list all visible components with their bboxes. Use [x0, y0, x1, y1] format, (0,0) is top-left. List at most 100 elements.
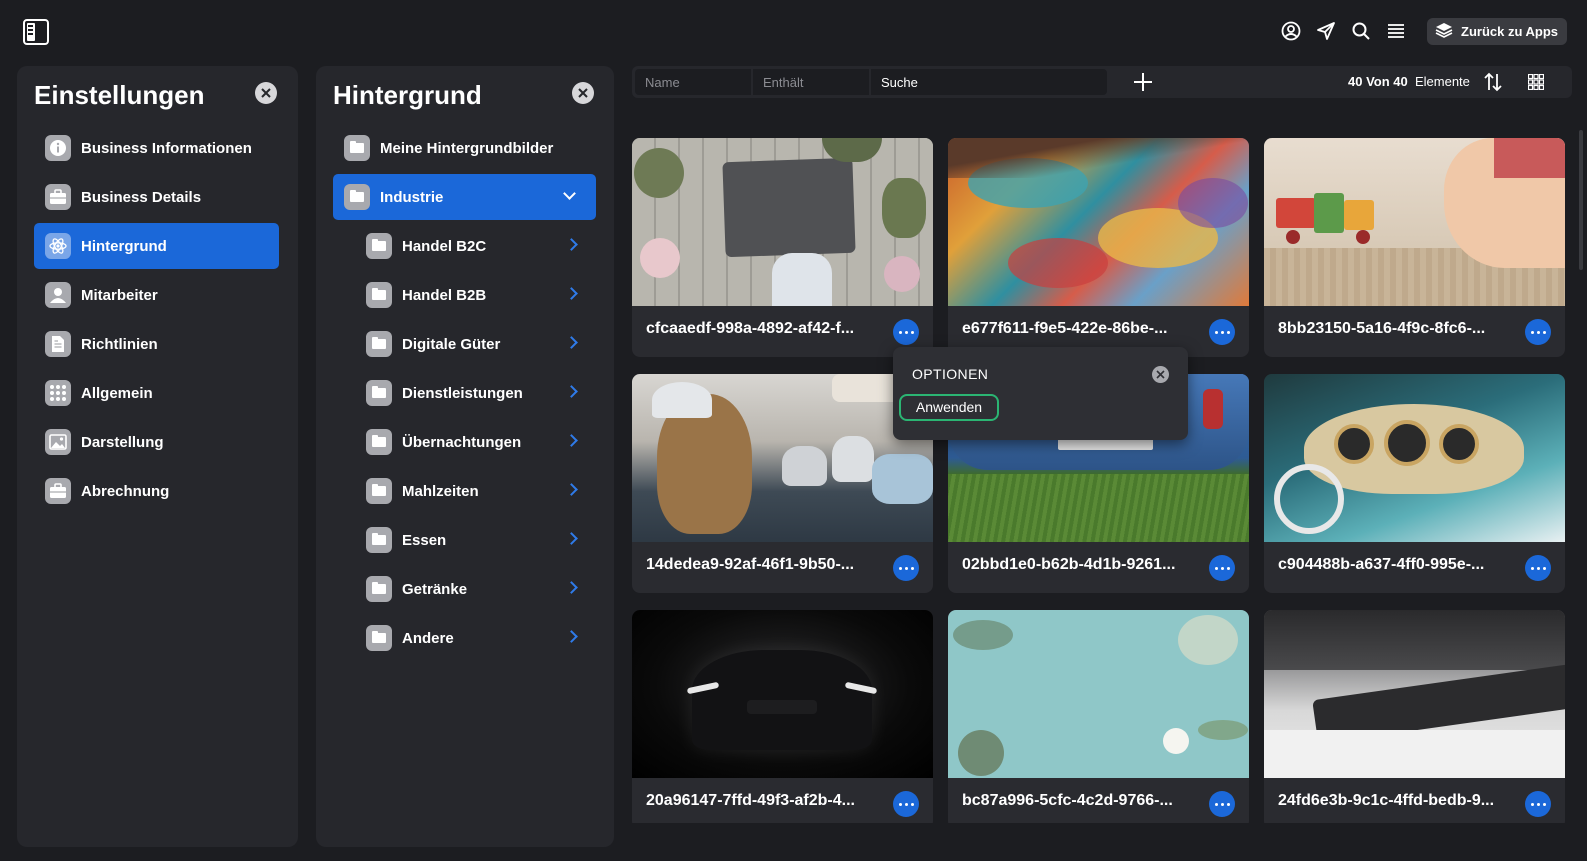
back-to-apps-button[interactable]: Zurück zu Apps — [1427, 18, 1567, 45]
image-title: 8bb23150-5a16-4f9c-8fc6-... — [1278, 320, 1486, 337]
bg-subitem-mahlzeiten[interactable]: Mahlzeiten — [333, 468, 596, 514]
folder-icon — [366, 625, 392, 651]
image-card[interactable]: 14dedea9-92af-46f1-9b50-... — [632, 374, 933, 593]
bg-item-industrie[interactable]: Industrie — [333, 174, 596, 220]
menu-icon[interactable] — [1385, 18, 1407, 44]
settings-item-business-informationen[interactable]: Business Informationen — [34, 125, 279, 171]
add-filter-button[interactable] — [1132, 71, 1154, 93]
more-options-button[interactable] — [893, 791, 919, 817]
chevron-right-icon — [565, 483, 578, 496]
more-options-button[interactable] — [1209, 319, 1235, 345]
bg-subitem-uebernachtungen[interactable]: Übernachtungen — [333, 419, 596, 465]
bg-subitem-getraenke[interactable]: Getränke — [333, 566, 596, 612]
name-filter-input[interactable] — [635, 69, 751, 95]
image-title: e677f611-f9e5-422e-86be-... — [962, 320, 1168, 337]
settings-item-label: Business Informationen — [81, 139, 252, 157]
settings-item-darstellung[interactable]: Darstellung — [34, 419, 279, 465]
settings-item-label: Allgemein — [81, 384, 153, 402]
filter-bar: 40 Von 40 Elemente — [632, 66, 1572, 98]
background-panel: Hintergrund Meine Hintergrundbilder Indu… — [316, 66, 614, 847]
sort-icon[interactable] — [1482, 70, 1504, 94]
send-icon[interactable] — [1315, 18, 1337, 44]
info-icon — [45, 135, 71, 161]
bg-subitem-label: Dienstleistungen — [402, 384, 523, 402]
close-icon[interactable] — [1152, 366, 1169, 383]
chevron-right-icon — [565, 385, 578, 398]
settings-menu: Business Informationen Business Details … — [34, 125, 279, 517]
image-card[interactable]: c904488b-a637-4ff0-995e-... — [1264, 374, 1565, 593]
apply-button[interactable]: Anwenden — [899, 394, 999, 421]
bg-subitem-label: Andere — [402, 629, 454, 647]
settings-item-richtlinien[interactable]: Richtlinien — [34, 321, 279, 367]
sidebar-toggle-icon[interactable] — [23, 19, 49, 45]
settings-item-label: Richtlinien — [81, 335, 158, 353]
bg-item-my-backgrounds[interactable]: Meine Hintergrundbilder — [333, 125, 596, 171]
bg-subitem-label: Handel B2C — [402, 237, 487, 255]
top-icon-group — [1280, 18, 1407, 44]
options-popover: OPTIONEN Anwenden — [893, 347, 1188, 440]
image-grid: cfcaaedf-998a-4892-af42-f... e677f611-f9… — [632, 138, 1572, 823]
popover-title: OPTIONEN — [912, 366, 989, 382]
bg-subitem-label: Essen — [402, 531, 447, 549]
settings-title: Einstellungen — [34, 80, 205, 110]
settings-item-mitarbeiter[interactable]: Mitarbeiter — [34, 272, 279, 318]
image-card[interactable]: bc87a996-5cfc-4c2d-9766-... — [948, 610, 1249, 823]
chevron-right-icon — [565, 336, 578, 349]
search-input[interactable] — [871, 69, 1107, 95]
bg-subitem-label: Digitale Güter — [402, 335, 501, 353]
image-title: bc87a996-5cfc-4c2d-9766-... — [962, 792, 1173, 809]
folder-icon — [366, 527, 392, 553]
more-options-button[interactable] — [1525, 791, 1551, 817]
settings-panel: Einstellungen Business Informationen Bus… — [17, 66, 298, 847]
search-icon[interactable] — [1350, 18, 1372, 44]
settings-item-business-details[interactable]: Business Details — [34, 174, 279, 220]
settings-item-hintergrund[interactable]: Hintergrund — [34, 223, 279, 269]
bg-subitem-andere[interactable]: Andere — [333, 615, 596, 661]
grid-dots-icon — [45, 380, 71, 406]
more-options-button[interactable] — [1525, 555, 1551, 581]
settings-item-label: Abrechnung — [81, 482, 170, 500]
briefcase-icon — [45, 478, 71, 504]
settings-item-allgemein[interactable]: Allgemein — [34, 370, 279, 416]
more-options-button[interactable] — [893, 555, 919, 581]
folder-icon — [366, 576, 392, 602]
image-title: 20a96147-7ffd-49f3-af2b-4... — [646, 792, 855, 809]
image-card[interactable]: 24fd6e3b-9c1c-4ffd-bedb-9... — [1264, 610, 1565, 823]
folder-icon — [366, 331, 392, 357]
atom-icon — [45, 233, 71, 259]
close-settings-icon[interactable] — [255, 82, 277, 104]
close-background-icon[interactable] — [572, 82, 594, 104]
more-options-button[interactable] — [1209, 791, 1235, 817]
bg-subitem-handel-b2c[interactable]: Handel B2C — [333, 223, 596, 269]
bg-subitem-dienstleistungen[interactable]: Dienstleistungen — [333, 370, 596, 416]
bg-subitem-digitale-gueter[interactable]: Digitale Güter — [333, 321, 596, 367]
folder-icon — [344, 184, 370, 210]
more-options-button[interactable] — [1525, 319, 1551, 345]
chevron-right-icon — [565, 532, 578, 545]
contains-filter-input[interactable] — [753, 69, 869, 95]
item-count-suffix: Elemente — [1414, 74, 1470, 89]
image-thumbnail — [632, 374, 933, 542]
grid-view-icon[interactable] — [1527, 73, 1545, 91]
bg-subitem-handel-b2b[interactable]: Handel B2B — [333, 272, 596, 318]
item-count: 40 Von 40 Elemente — [1348, 74, 1470, 89]
settings-item-abrechnung[interactable]: Abrechnung — [34, 468, 279, 514]
folder-icon — [366, 282, 392, 308]
image-thumbnail — [948, 610, 1249, 778]
document-icon — [45, 331, 71, 357]
image-card[interactable]: cfcaaedf-998a-4892-af42-f... — [632, 138, 933, 357]
image-card[interactable]: 20a96147-7ffd-49f3-af2b-4... — [632, 610, 933, 823]
image-card[interactable]: 8bb23150-5a16-4f9c-8fc6-... — [1264, 138, 1565, 357]
image-card[interactable]: e677f611-f9e5-422e-86be-... — [948, 138, 1249, 357]
background-menu: Meine Hintergrundbilder Industrie Handel… — [333, 125, 596, 664]
image-icon — [45, 429, 71, 455]
folder-icon — [366, 429, 392, 455]
chevron-down-icon — [563, 187, 576, 200]
bg-subitem-essen[interactable]: Essen — [333, 517, 596, 563]
image-thumbnail — [632, 610, 933, 778]
more-options-button[interactable] — [1209, 555, 1235, 581]
folder-icon — [366, 233, 392, 259]
more-options-button[interactable] — [893, 319, 919, 345]
user-circle-icon[interactable] — [1280, 18, 1302, 44]
scrollbar[interactable] — [1579, 130, 1583, 270]
